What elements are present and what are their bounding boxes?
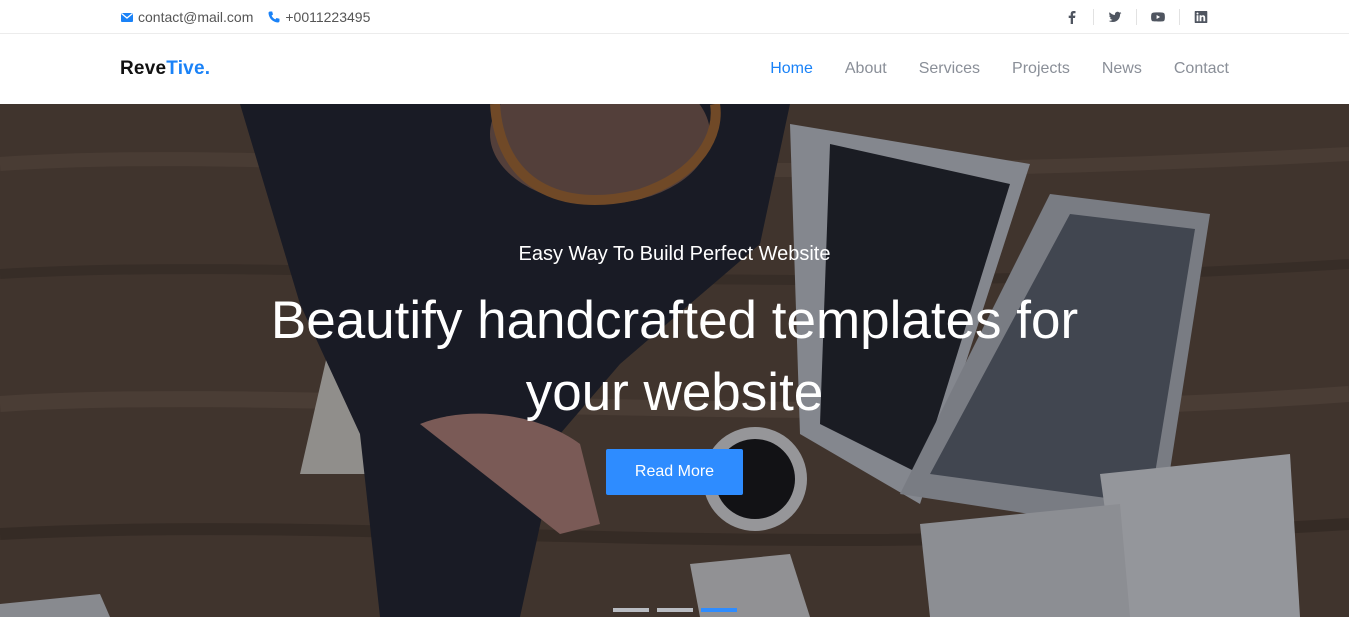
- email-link[interactable]: contact@mail.com: [120, 9, 253, 25]
- brand-logo[interactable]: ReveTive.: [120, 58, 210, 80]
- email-text: contact@mail.com: [138, 8, 254, 25]
- main-navbar: ReveTive. Home About Services Projects N…: [0, 34, 1349, 104]
- phone-link[interactable]: +0011223495: [267, 9, 370, 25]
- social-links: [1050, 0, 1222, 33]
- nav-item-projects[interactable]: Projects: [1012, 60, 1070, 78]
- linkedin-icon: [1194, 10, 1208, 23]
- brand-name-part2: Tive.: [166, 58, 211, 79]
- facebook-link[interactable]: [1050, 9, 1093, 25]
- slider-indicators: [613, 608, 745, 612]
- slide-indicator-3[interactable]: [701, 608, 737, 612]
- youtube-icon: [1151, 11, 1165, 22]
- linkedin-link[interactable]: [1179, 8, 1222, 25]
- twitter-icon: [1108, 11, 1122, 22]
- nav-item-services[interactable]: Services: [919, 60, 980, 78]
- phone-text: +0011223495: [285, 8, 371, 25]
- hero-title-line1: Beautify handcrafted templates for: [270, 291, 1079, 350]
- hero-subtitle: Easy Way To Build Perfect Website: [518, 243, 831, 265]
- slide-indicator-2[interactable]: [657, 608, 693, 612]
- nav-item-contact[interactable]: Contact: [1174, 60, 1229, 78]
- facebook-icon: [1068, 10, 1075, 24]
- nav-item-home[interactable]: Home: [770, 60, 813, 78]
- youtube-link[interactable]: [1136, 8, 1179, 25]
- nav-item-about[interactable]: About: [845, 60, 887, 78]
- brand-name-part1: Reve: [120, 58, 167, 79]
- read-more-button[interactable]: Read More: [606, 449, 743, 495]
- contact-info: contact@mail.com +0011223495: [120, 0, 384, 33]
- phone-icon: [267, 10, 281, 24]
- nav-menu: Home About Services Projects News Contac…: [738, 34, 1229, 104]
- top-bar: contact@mail.com +0011223495: [0, 0, 1349, 34]
- hero-title: Beautify handcrafted templates for your …: [0, 285, 1349, 429]
- hero-title-line2: your website: [525, 363, 824, 422]
- hero-slider: Easy Way To Build Perfect Website Beauti…: [0, 104, 1349, 617]
- twitter-link[interactable]: [1093, 8, 1136, 25]
- slide-indicator-1[interactable]: [613, 608, 649, 612]
- envelope-icon: [120, 10, 134, 24]
- nav-item-news[interactable]: News: [1102, 60, 1142, 78]
